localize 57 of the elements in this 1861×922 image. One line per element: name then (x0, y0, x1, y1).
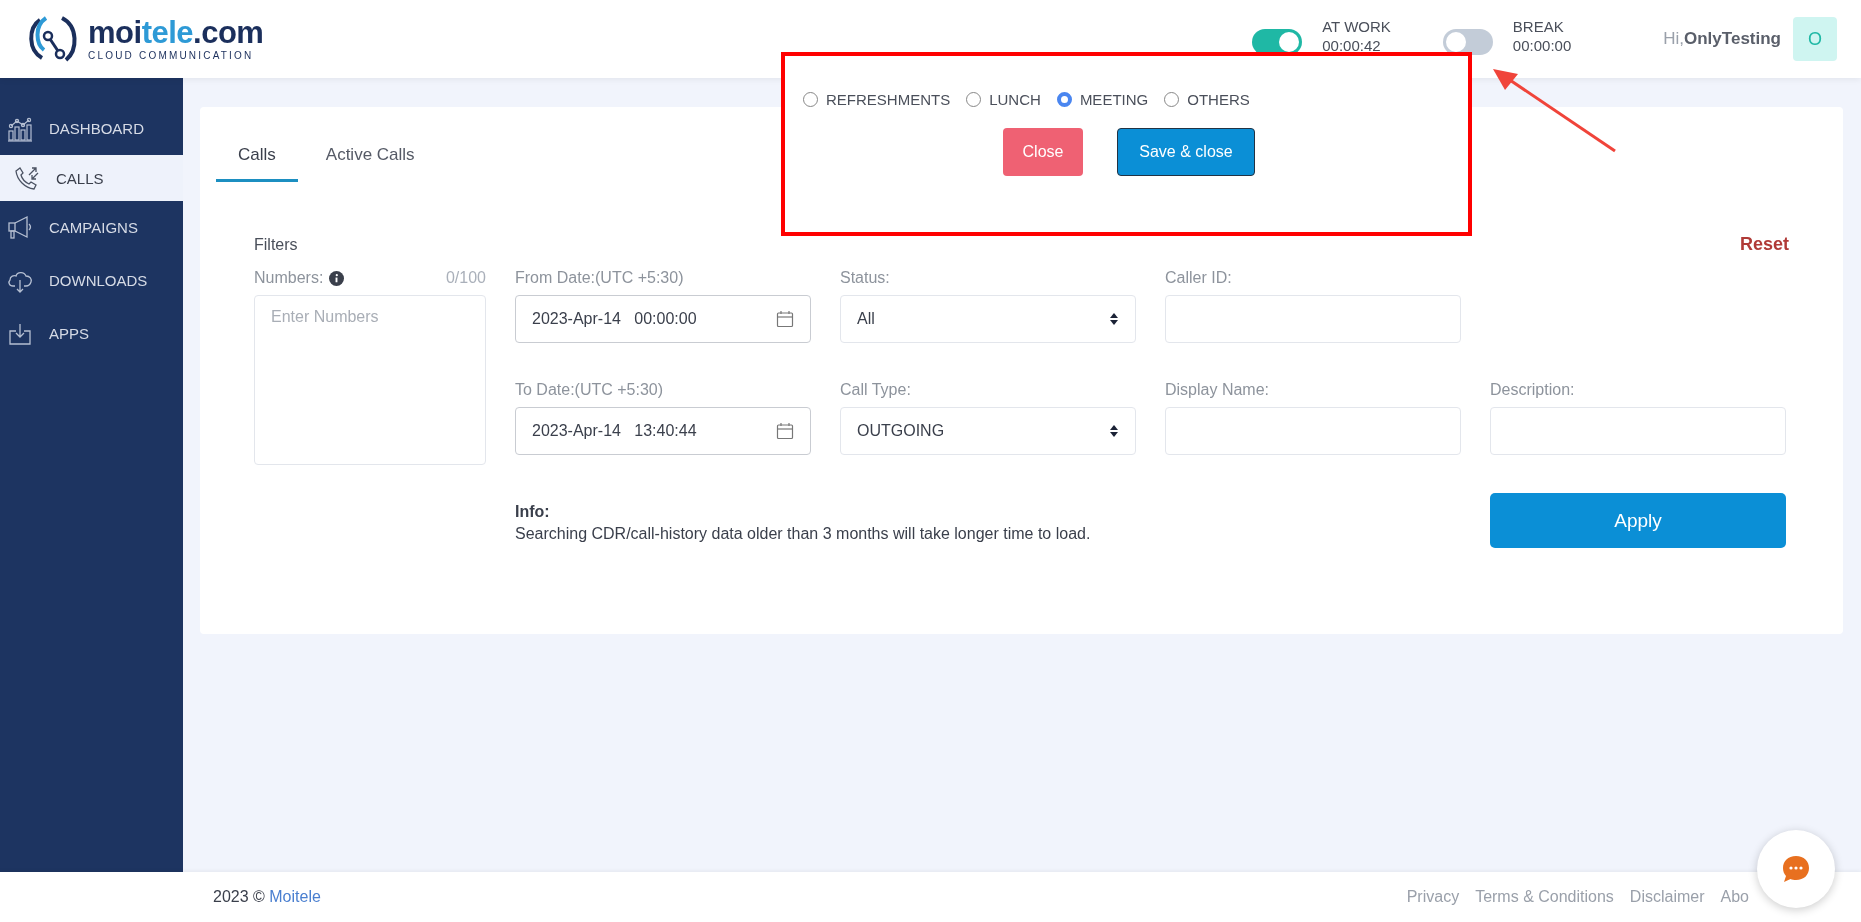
info-icon (329, 270, 345, 286)
filters-title: Filters (254, 235, 298, 254)
status-label: AT WORK (1322, 17, 1391, 36)
sidebar-item[interactable]: APPS (0, 307, 183, 360)
radio-option[interactable]: LUNCH (966, 91, 1041, 108)
calendar-icon (776, 422, 794, 440)
sidebar-item[interactable]: CALLS (0, 155, 183, 201)
tab[interactable]: Calls (216, 137, 298, 182)
field-label: Description: (1490, 381, 1576, 399)
tab[interactable]: Active Calls (303, 137, 437, 182)
field-label: Status: (840, 269, 891, 287)
field-label: To Date:(UTC +5:30) (515, 381, 665, 399)
field-label: From Date:(UTC +5:30) (515, 269, 685, 287)
radio-option[interactable]: OTHERS (1164, 91, 1250, 108)
radio-option[interactable]: MEETING (1056, 91, 1149, 108)
status-toggle[interactable] (1252, 29, 1303, 55)
call-type-select[interactable]: OUTGOING (840, 407, 1136, 455)
info-text: Searching CDR/call-history data older than 3 months will take longer time to load. (515, 525, 1092, 543)
description-field[interactable] (1490, 407, 1786, 455)
display-name-field[interactable] (1165, 407, 1461, 455)
save-button[interactable]: Save & close (1117, 128, 1255, 176)
bar-chart-icon (7, 115, 33, 142)
reset-link[interactable]: Reset (1739, 234, 1789, 255)
logo-tagline: CLOUD COMMUNICATION (88, 50, 255, 61)
phone-arrows-icon (14, 165, 40, 191)
brand-link[interactable]: Moitele (269, 888, 321, 905)
date-field[interactable]: 2023-Apr-14 13:40:44 (515, 407, 811, 455)
field-label: Numbers: (254, 269, 324, 287)
greeting: Hi, (1663, 29, 1684, 48)
info-title: Info: (515, 503, 551, 521)
sort-caret-icon (1109, 424, 1119, 438)
sidebar-item[interactable]: DASHBOARD (0, 102, 183, 155)
logo-wordmark: moitele.com (88, 17, 264, 48)
chat-button[interactable] (1757, 830, 1835, 908)
field-label: Display Name: (1165, 381, 1271, 399)
megaphone-icon (7, 214, 33, 241)
sidebar-item[interactable]: DOWNLOADS (0, 254, 183, 307)
copyright-text: 2023 © (213, 888, 265, 905)
status-toggle[interactable] (1442, 29, 1493, 55)
date-field[interactable]: 2023-Apr-14 00:00:00 (515, 295, 811, 343)
radio-option[interactable]: REFRESHMENTS (803, 91, 951, 108)
numbers-field[interactable]: Enter Numbers (254, 295, 486, 465)
field-label: Caller ID: (1165, 269, 1233, 287)
status-select[interactable]: All (840, 295, 1136, 343)
sort-caret-icon (1109, 312, 1119, 326)
caller-id-field[interactable] (1165, 295, 1461, 343)
status-timer: 00:00:42 (1322, 36, 1382, 55)
status-timer: 00:00:00 (1512, 36, 1572, 55)
calendar-icon (776, 310, 794, 328)
radio-button[interactable] (1056, 92, 1072, 107)
chat-bubble-icon (1780, 853, 1812, 885)
field-label: Call Type: (840, 381, 912, 399)
status-label: BREAK (1512, 17, 1565, 36)
user-name: OnlyTesting (1684, 29, 1781, 48)
character-count: 0/100 (445, 269, 486, 287)
sidebar-item[interactable]: CAMPAIGNS (0, 201, 183, 254)
apply-button[interactable]: Apply (1490, 493, 1786, 548)
